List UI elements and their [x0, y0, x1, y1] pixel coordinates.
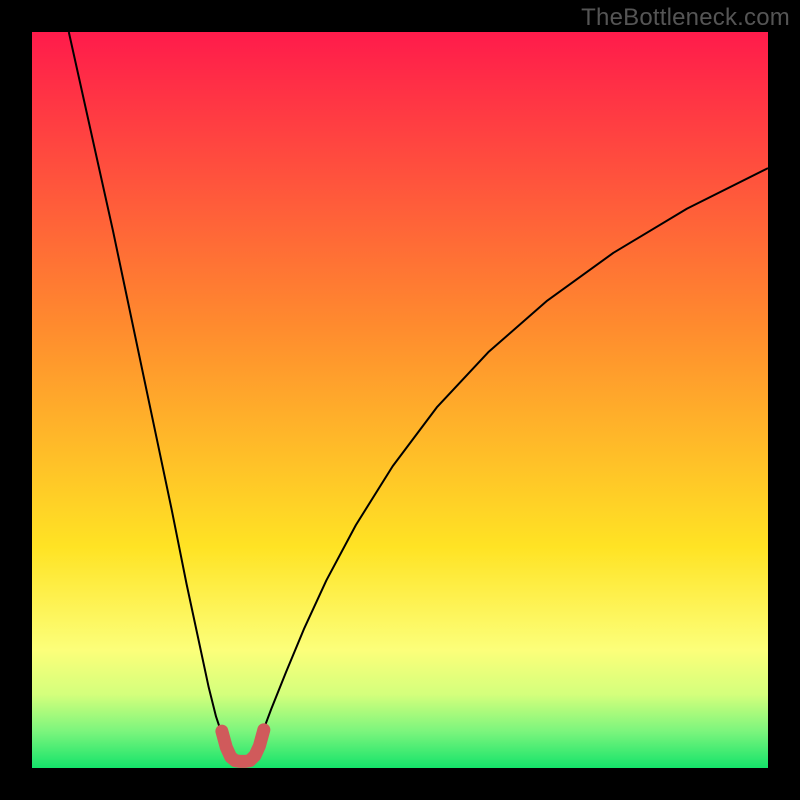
watermark-text: TheBottleneck.com [581, 4, 790, 32]
chart-background [32, 32, 768, 768]
plot-area [32, 32, 768, 768]
chart-stage: TheBottleneck.com [0, 0, 800, 800]
plot-inner [32, 32, 768, 768]
chart-svg [32, 32, 768, 768]
